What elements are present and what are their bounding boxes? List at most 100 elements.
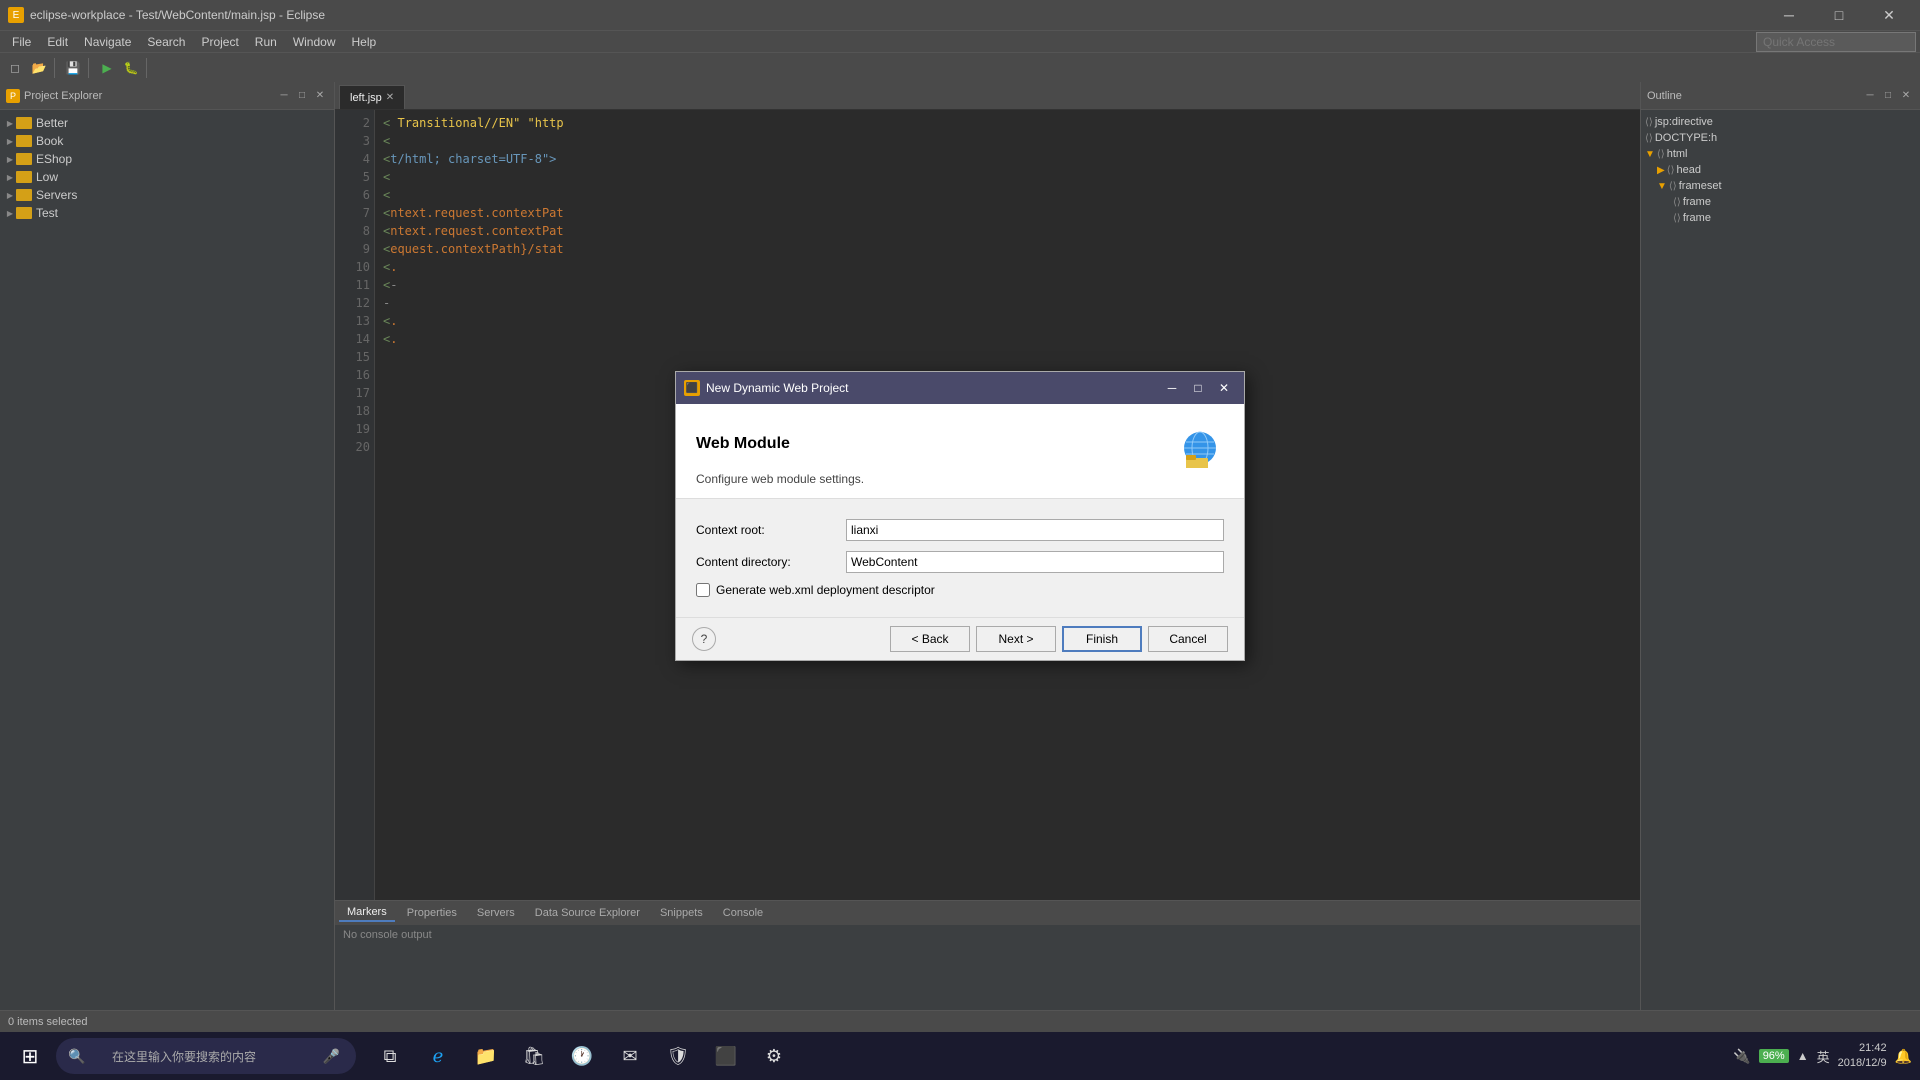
tree-item-low[interactable]: ▶ Low [0,168,334,186]
menu-help[interactable]: Help [344,33,385,51]
tab-close-icon[interactable]: ✕ [386,92,394,103]
outline-minimize-btn[interactable]: ─ [1862,88,1878,104]
new-btn[interactable]: ◻ [4,57,26,79]
close-button[interactable]: ✕ [1866,0,1912,30]
quick-access-input[interactable] [1756,32,1916,52]
minimize-button[interactable]: ─ [1766,0,1812,30]
antivirus-icon[interactable]: 🛡 [656,1034,700,1078]
tab-console[interactable]: Console [715,905,771,921]
tree-label-test: Test [36,206,58,220]
tree-item-servers[interactable]: ▶ Servers [0,186,334,204]
outline-item-html[interactable]: ▼ ⟨⟩ html [1641,146,1920,162]
code-line-20: <. [383,330,1632,348]
code-line-9: <ntext.request.contextPat [383,222,1632,240]
folder-icon-book [16,135,32,147]
open-btn[interactable]: 📂 [28,57,50,79]
next-button[interactable]: Next > [976,626,1056,652]
menu-project[interactable]: Project [193,33,246,51]
tab-snippets[interactable]: Snippets [652,905,711,921]
taskbar-clock[interactable]: 21:42 2018/12/9 [1838,1041,1887,1072]
tab-servers[interactable]: Servers [469,905,523,921]
outline-item-jspdirective[interactable]: ⟨⟩ jsp:directive [1641,114,1920,130]
search-icon: 🔍 [68,1048,85,1065]
menu-edit[interactable]: Edit [39,33,76,51]
clock-icon[interactable]: 🕐 [560,1034,604,1078]
outline-label-jspdirective: jsp:directive [1655,116,1713,128]
editor-tabs: left.jsp ✕ [335,82,1640,110]
bottom-tabs: Markers Properties Servers Data Source E… [335,901,1640,925]
modal-header-title-text: Web Module [696,435,790,453]
tree-item-better[interactable]: ▶ Better [0,114,334,132]
maximize-panel-btn[interactable]: □ [294,88,310,104]
notification-icon[interactable]: 🔔 [1895,1048,1912,1065]
minimize-panel-btn[interactable]: ─ [276,88,292,104]
context-root-input[interactable] [846,519,1224,541]
content-directory-input[interactable] [846,551,1224,573]
new-dynamic-web-project-dialog: ⬛ New Dynamic Web Project ─ □ ✕ Web Modu… [675,371,1245,661]
edge-icon[interactable]: ℯ [416,1034,460,1078]
cancel-button[interactable]: Cancel [1148,626,1228,652]
taskbar-search[interactable]: 在这里输入你要搜索的内容 🎤 [56,1038,356,1074]
outline-close-btn[interactable]: ✕ [1898,88,1914,104]
save-btn[interactable]: 💾 [62,57,84,79]
tab-properties[interactable]: Properties [399,905,465,921]
finish-button[interactable]: Finish [1062,626,1142,652]
help-button[interactable]: ? [692,627,716,651]
outline-item-frame2[interactable]: ⟨⟩ frame [1641,210,1920,226]
settings-icon[interactable]: ⚙ [752,1034,796,1078]
close-panel-btn[interactable]: ✕ [312,88,328,104]
menu-file[interactable]: File [4,33,39,51]
maximize-button[interactable]: □ [1816,0,1862,30]
modal-maximize-btn[interactable]: □ [1186,376,1210,400]
tree-item-book[interactable]: ▶ Book [0,132,334,150]
outline-label-frame2: frame [1683,212,1711,224]
menu-search[interactable]: Search [139,33,193,51]
outline-item-head[interactable]: ▶ ⟨⟩ head [1641,162,1920,178]
tree-arrow-low: ▶ [4,171,16,183]
store-icon[interactable]: 🛍 [512,1034,556,1078]
window-title: eclipse-workplace - Test/WebContent/main… [30,8,325,22]
menu-run[interactable]: Run [247,33,285,51]
toolbar-right: Quick Access [1756,32,1916,52]
tab-datasource[interactable]: Data Source Explorer [527,905,648,921]
checkbox-row: Generate web.xml deployment descriptor [696,583,1224,597]
folder-icon-low [16,171,32,183]
code-line-7: < [383,186,1632,204]
explorer-icon[interactable]: 📁 [464,1034,508,1078]
tree-label-servers: Servers [36,188,77,202]
modal-header-section: Web Module Configure web module settings… [676,404,1244,499]
network-icon: ▲ [1797,1049,1809,1063]
code-line-8: <ntext.request.contextPat [383,204,1632,222]
tree-label-low: Low [36,170,58,184]
tree-label-eshop: EShop [36,152,72,166]
outline-maximize-btn[interactable]: □ [1880,88,1896,104]
search-placeholder: 在这里输入你要搜索的内容 [112,1048,256,1065]
menu-navigate[interactable]: Navigate [76,33,139,51]
modal-minimize-btn[interactable]: ─ [1160,376,1184,400]
tab-markers[interactable]: Markers [339,904,395,922]
modal-footer: ? < Back Next > Finish Cancel [676,617,1244,660]
tree-item-test[interactable]: ▶ Test [0,204,334,222]
menu-window[interactable]: Window [285,33,344,51]
mail-icon[interactable]: ✉ [608,1034,652,1078]
line-numbers: 23456 7891011 1213141516 17181920 [335,110,375,900]
code-line-6: < [383,168,1632,186]
window-controls: ─ □ ✕ [1766,0,1912,30]
start-button[interactable]: ⊞ [8,1034,52,1078]
generate-xml-checkbox[interactable] [696,583,710,597]
debug-btn[interactable]: 🐛 [120,57,142,79]
editor-tab-main[interactable]: left.jsp ✕ [339,85,405,109]
run-btn[interactable]: ▶ [96,57,118,79]
outline-item-frameset[interactable]: ▼ ⟨⟩ frameset [1641,178,1920,194]
green-icon[interactable]: ⬛ [704,1034,748,1078]
checkbox-label[interactable]: Generate web.xml deployment descriptor [716,583,935,597]
tree-arrow-book: ▶ [4,135,16,147]
outline-item-frame1[interactable]: ⟨⟩ frame [1641,194,1920,210]
modal-close-btn[interactable]: ✕ [1212,376,1236,400]
outline-label-html: html [1667,148,1688,160]
tree-item-eshop[interactable]: ▶ EShop [0,150,334,168]
taskview-icon[interactable]: ⧉ [368,1034,412,1078]
outline-item-doctype[interactable]: ⟨⟩ DOCTYPE:h [1641,130,1920,146]
outline-panel: Outline ─ □ ✕ ⟨⟩ jsp:directive ⟨⟩ DOCTYP… [1640,82,1920,1010]
back-button[interactable]: < Back [890,626,970,652]
